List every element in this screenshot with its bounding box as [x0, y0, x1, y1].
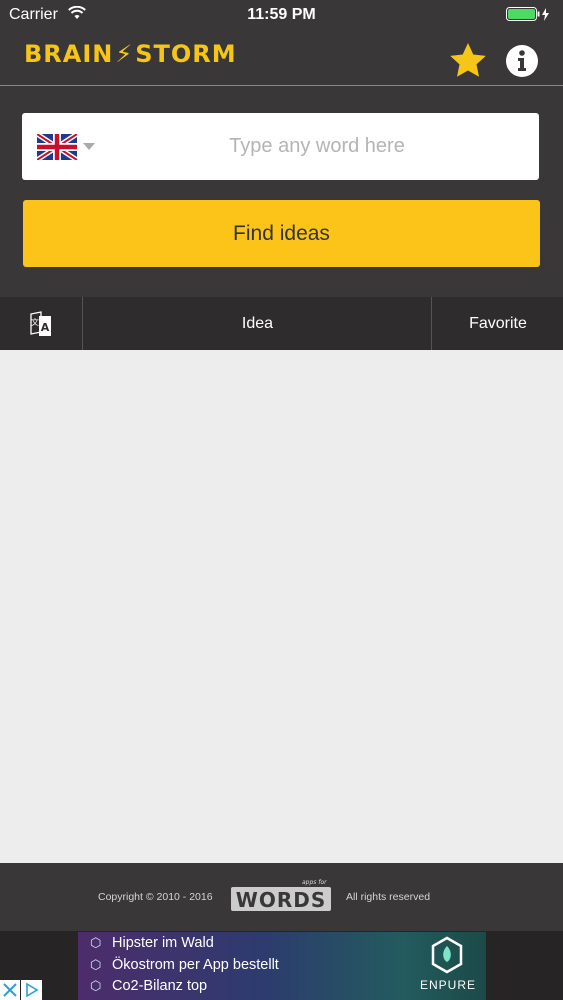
star-icon	[450, 43, 486, 77]
tab-idea[interactable]: Idea	[84, 297, 432, 350]
hexagon-icon: ⬡	[90, 957, 102, 972]
copyright-text: Copyright © 2010 - 2016	[98, 891, 213, 903]
logo-text: WORDS	[236, 888, 326, 912]
ad-banner[interactable]: ⬡ Hipster im Wald ⬡ Ökostrom per App beste…	[78, 932, 486, 1000]
ad-brand: ENPURE	[420, 978, 477, 992]
tab-favorite[interactable]: Favorite	[433, 297, 563, 350]
results-area	[0, 350, 563, 863]
search-input[interactable]	[112, 113, 522, 180]
svg-text:文: 文	[31, 317, 39, 327]
ad-line: ⬡ Hipster im Wald	[90, 935, 214, 951]
translate-icon: A 文	[30, 310, 51, 336]
find-ideas-button[interactable]: Find ideas	[23, 200, 540, 267]
uk-flag-icon	[35, 131, 95, 163]
favorites-button[interactable]	[448, 41, 488, 81]
close-icon	[3, 983, 17, 997]
tab-bar: A 文 Idea Favorite	[0, 297, 563, 350]
battery-icon	[506, 7, 550, 27]
app-header: BRAIN⚡STORM	[0, 30, 563, 86]
language-select[interactable]	[35, 131, 99, 163]
logo-small-text: apps for	[302, 879, 327, 886]
rights-text: All rights reserved	[346, 891, 431, 903]
svg-text:A: A	[41, 321, 50, 334]
chevron-down-icon	[83, 143, 95, 150]
ad-line: ⬡ Ökostrom per App bestellt	[90, 957, 279, 973]
info-button[interactable]	[505, 44, 539, 78]
words-logo: apps for WORDS	[231, 879, 331, 912]
enpure-logo-icon	[431, 936, 463, 974]
footer: Copyright © 2010 - 2016 apps for WORDS A…	[0, 863, 563, 931]
ad-close-button[interactable]	[0, 980, 20, 1000]
hexagon-icon: ⬡	[90, 978, 102, 993]
ad-line: ⬡ Co2-Bilanz top	[90, 978, 208, 994]
status-bar: Carrier 11:59 PM	[0, 0, 563, 30]
app-logo: BRAIN⚡STORM	[24, 40, 237, 68]
info-icon	[506, 45, 538, 77]
lightning-icon: ⚡	[115, 40, 134, 68]
clock: 11:59 PM	[247, 6, 316, 23]
hexagon-icon: ⬡	[90, 935, 102, 950]
search-box	[22, 113, 539, 180]
ad-choices-button[interactable]	[21, 980, 42, 1000]
tab-translate[interactable]: A 文	[0, 297, 83, 350]
adchoices-icon	[26, 982, 39, 998]
